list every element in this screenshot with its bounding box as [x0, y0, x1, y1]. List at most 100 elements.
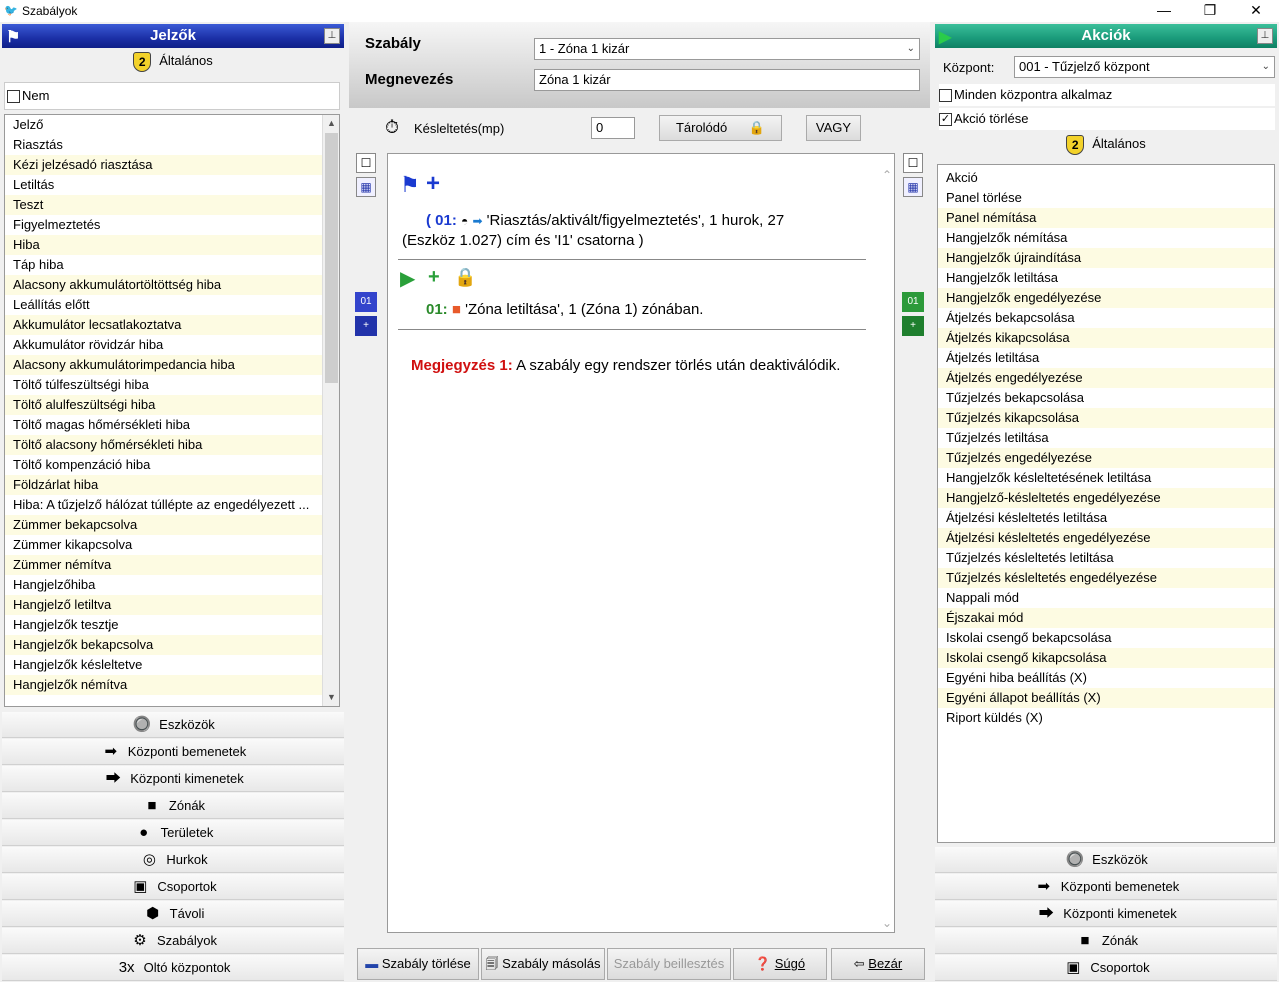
delete-action-checkbox[interactable]: ✓ [939, 113, 952, 127]
maximize-button[interactable]: ❐ [1187, 0, 1233, 22]
apply-all-row[interactable]: Minden központra alkalmaz [939, 84, 1275, 106]
action-list-item[interactable]: Egyéni állapot beállítás (X) [938, 688, 1274, 708]
signal-list-item[interactable]: Zümmer kikapcsolva [5, 535, 323, 555]
action-list-item[interactable]: Hangjelzők némítása [938, 228, 1274, 248]
signal-list-item[interactable]: Figyelmeztetés [5, 215, 323, 235]
nav-item[interactable]: ⚙ Szabályok [2, 928, 344, 954]
nem-checkbox[interactable] [7, 90, 20, 104]
nav-item[interactable]: ■ Zónák [2, 793, 344, 819]
action-list-item[interactable]: Átjelzés engedélyezése [938, 368, 1274, 388]
action-list-item[interactable]: Tűzjelzés kikapcsolása [938, 408, 1274, 428]
minimize-button[interactable]: — [1141, 0, 1187, 22]
signal-list-item[interactable]: Zümmer bekapcsolva [5, 515, 323, 535]
action-list-item[interactable]: Hangjelzők újraindítása [938, 248, 1274, 268]
condition-line-2[interactable]: (Eszköz 1.027) cím és 'I1' csatorna ) [402, 232, 644, 249]
action-list-item[interactable]: Hangjelzők letiltása [938, 268, 1274, 288]
signal-list-item[interactable]: Hangjelzők tesztje [5, 615, 323, 635]
add-action-button[interactable]: + [902, 316, 924, 336]
action-list-item[interactable]: Átjelzési késleltetés letiltása [938, 508, 1274, 528]
signal-list-item[interactable]: Hiba [5, 235, 323, 255]
delete-action-row[interactable]: ✓ Akció törlése [939, 108, 1275, 130]
scroll-up-icon[interactable]: ▲ [323, 115, 339, 132]
condition-seq-badge[interactable]: 01 [355, 292, 377, 312]
nav-item[interactable]: 🔘 Eszközök [935, 847, 1277, 873]
scroll-thumb[interactable] [325, 133, 338, 383]
signal-list-item[interactable]: Leállítás előtt [5, 295, 323, 315]
nav-item[interactable]: ● Területek [2, 820, 344, 846]
action-line[interactable]: 01: ■ 'Zóna letiltása', 1 (Zóna 1) zónáb… [426, 301, 703, 318]
scroll-up-icon[interactable]: ⌃ [882, 168, 892, 182]
signal-list-item[interactable]: Hangjelzők némítva [5, 675, 323, 695]
add-condition-button[interactable]: + [355, 316, 377, 336]
delay-input[interactable]: 0 [591, 117, 635, 139]
action-list-item[interactable]: Riport küldés (X) [938, 708, 1274, 728]
paste-rule-button[interactable]: Szabály beillesztés [607, 948, 731, 980]
signal-list-item[interactable]: Akkumulátor lecsatlakoztatva [5, 315, 323, 335]
signal-list-item[interactable]: Riasztás [5, 135, 323, 155]
close-window-button[interactable]: ✕ [1233, 0, 1279, 22]
action-list-item[interactable]: Hangjelzők engedélyezése [938, 288, 1274, 308]
select-block-icon[interactable]: ▦ [356, 177, 376, 197]
select-all-icon-right[interactable]: ☐ [903, 153, 923, 173]
action-list-item[interactable]: Panel törlése [938, 188, 1274, 208]
apply-all-checkbox[interactable] [939, 89, 952, 103]
nav-item[interactable]: ▣ Csoportok [2, 874, 344, 900]
action-list-item[interactable]: Hangjelzők késleltetésének letiltása [938, 468, 1274, 488]
pin-icon[interactable]: ⊥ [1257, 28, 1273, 44]
signal-list-item[interactable]: Hiba: A tűzjelző hálózat túllépte az eng… [5, 495, 323, 515]
action-list-item[interactable]: Tűzjelzés késleltetés engedélyezése [938, 568, 1274, 588]
signal-list-item[interactable]: Alacsony akkumulátortöltöttség hiba [5, 275, 323, 295]
nav-item[interactable]: 🔘 Eszközök [2, 712, 344, 738]
nav-item[interactable]: ◎ Hurkok [2, 847, 344, 873]
pin-icon[interactable]: ⊥ [324, 28, 340, 44]
signal-list-item[interactable]: Teszt [5, 195, 323, 215]
action-list-item[interactable]: Panel némítása [938, 208, 1274, 228]
signal-list-item[interactable]: Zümmer némítva [5, 555, 323, 575]
action-seq-badge[interactable]: 01 [902, 292, 924, 312]
rule-select[interactable]: 1 - Zóna 1 kizár ⌄ [534, 38, 920, 60]
copy-rule-button[interactable]: 🗐 Szabály másolás [481, 948, 605, 980]
or-button[interactable]: VAGY [806, 115, 861, 141]
signal-list-item[interactable]: Töltő magas hőmérsékleti hiba [5, 415, 323, 435]
plus-green-icon[interactable]: + [428, 266, 440, 289]
action-list-item[interactable]: Iskolai csengő bekapcsolása [938, 628, 1274, 648]
signal-list-item[interactable]: Töltő túlfeszültségi hiba [5, 375, 323, 395]
nav-item[interactable]: ⬢ Távoli [2, 901, 344, 927]
action-list-item[interactable]: Átjelzési késleltetés engedélyezése [938, 528, 1274, 548]
signal-list-item[interactable]: Földzárlat hiba [5, 475, 323, 495]
action-list-item[interactable]: Tűzjelzés késleltetés letiltása [938, 548, 1274, 568]
action-list-item[interactable]: Átjelzés letiltása [938, 348, 1274, 368]
help-button[interactable]: ❓ Súgó [733, 948, 827, 980]
plus-icon[interactable]: + [426, 170, 440, 198]
nav-item[interactable]: ▣ Csoportok [935, 955, 1277, 981]
nav-item[interactable]: 3x Oltó központok [2, 955, 344, 981]
action-list-item[interactable]: Hangjelző-késleltetés engedélyezése [938, 488, 1274, 508]
delete-rule-button[interactable]: ▬ Szabály törlése [357, 948, 479, 980]
select-all-icon[interactable]: ☐ [356, 153, 376, 173]
nav-item[interactable]: ➡ Központi bemenetek [2, 739, 344, 765]
action-list-item[interactable]: Akció [938, 168, 1274, 188]
action-list-item[interactable]: Átjelzés bekapcsolása [938, 308, 1274, 328]
scroll-down-icon[interactable]: ▼ [323, 689, 339, 706]
nav-item[interactable]: ■ Zónák [935, 928, 1277, 954]
select-block-icon-right[interactable]: ▦ [903, 177, 923, 197]
name-input[interactable]: Zóna 1 kizár [534, 69, 920, 91]
action-list-item[interactable]: Tűzjelzés letiltása [938, 428, 1274, 448]
action-list-item[interactable]: Nappali mód [938, 588, 1274, 608]
action-list-item[interactable]: Átjelzés kikapcsolása [938, 328, 1274, 348]
nav-item[interactable]: ⮕ Központi kimenetek [935, 901, 1277, 927]
signal-list-item[interactable]: Töltő alacsony hőmérsékleti hiba [5, 435, 323, 455]
action-list-item[interactable]: Éjszakai mód [938, 608, 1274, 628]
central-select[interactable]: 001 - Tűzjelző központ ⌄ [1014, 56, 1275, 78]
latch-button[interactable]: Tárolódó 🔒 [659, 115, 782, 141]
note-line[interactable]: Megjegyzés 1: A szabály egy rendszer tör… [411, 357, 840, 374]
signal-list-item[interactable]: Letiltás [5, 175, 323, 195]
nem-checkbox-row[interactable]: Nem [4, 82, 340, 110]
signal-list-item[interactable]: Hangjelzők késleltetve [5, 655, 323, 675]
action-list-item[interactable]: Egyéni hiba beállítás (X) [938, 668, 1274, 688]
signal-list-item[interactable]: Töltő alulfeszültségi hiba [5, 395, 323, 415]
signal-list-item[interactable]: Hangjelző letiltva [5, 595, 323, 615]
action-list-item[interactable]: Tűzjelzés engedélyezése [938, 448, 1274, 468]
scroll-down-icon[interactable]: ⌄ [882, 916, 892, 930]
signal-list-item[interactable]: Táp hiba [5, 255, 323, 275]
